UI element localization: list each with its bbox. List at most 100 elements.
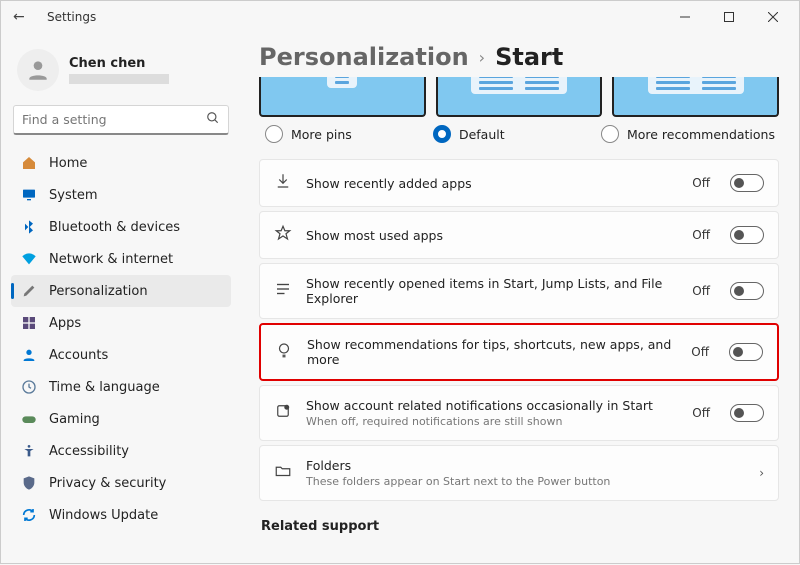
row-account-notifications[interactable]: Show account related notifications occas…	[259, 385, 779, 441]
preview-default[interactable]	[436, 77, 603, 117]
toggle-switch[interactable]	[730, 174, 764, 192]
nav-label: Windows Update	[49, 508, 158, 523]
close-button[interactable]	[751, 1, 795, 33]
breadcrumb-current: Start	[495, 43, 563, 71]
toggle-state: Off	[692, 406, 710, 420]
breadcrumb: Personalization › Start	[259, 33, 779, 77]
radio-icon	[265, 125, 283, 143]
toggle-switch[interactable]	[729, 343, 763, 361]
row-sublabel: When off, required notifications are sti…	[306, 415, 678, 428]
nav-label: Accessibility	[49, 444, 129, 459]
back-icon[interactable]: ←	[13, 9, 33, 25]
radio-label: More recommendations	[627, 127, 775, 142]
system-icon	[21, 187, 37, 203]
nav-system[interactable]: System	[11, 179, 231, 211]
toggle-switch[interactable]	[730, 282, 764, 300]
main-content: Personalization › Start More pins Defaul…	[241, 33, 799, 565]
row-recommendations[interactable]: Show recommendations for tips, shortcuts…	[259, 323, 779, 381]
radio-default[interactable]: Default	[433, 125, 601, 143]
nav-label: Time & language	[49, 380, 160, 395]
preview-more-pins[interactable]	[259, 77, 426, 117]
nav-label: Home	[49, 156, 87, 171]
nav-list: Home System Bluetooth & devices Network …	[11, 147, 231, 531]
nav-accessibility[interactable]: Accessibility	[11, 435, 231, 467]
star-icon	[274, 224, 292, 246]
window-title: Settings	[47, 10, 96, 24]
nav-label: System	[49, 188, 97, 203]
gaming-icon	[21, 411, 37, 427]
nav-label: Accounts	[49, 348, 108, 363]
folder-icon	[274, 462, 292, 484]
layout-radios: More pins Default More recommendations	[259, 125, 779, 143]
titlebar: ← Settings	[1, 1, 799, 33]
brush-icon	[21, 283, 37, 299]
sidebar: Chen chen Home System Bluetooth & device…	[1, 33, 241, 565]
user-block[interactable]: Chen chen	[11, 43, 231, 105]
accessibility-icon	[21, 443, 37, 459]
related-support-heading: Related support	[261, 519, 779, 534]
nav-home[interactable]: Home	[11, 147, 231, 179]
row-most-used[interactable]: Show most used apps Off	[259, 211, 779, 259]
row-label: Show most used apps	[306, 228, 678, 243]
download-icon	[274, 172, 292, 194]
breadcrumb-parent[interactable]: Personalization	[259, 43, 469, 71]
user-name: Chen chen	[69, 56, 169, 72]
nav-label: Apps	[49, 316, 81, 331]
notification-icon	[274, 402, 292, 424]
row-label: Show recommendations for tips, shortcuts…	[307, 337, 677, 367]
search-box[interactable]	[13, 105, 229, 135]
update-icon	[21, 507, 37, 523]
nav-network[interactable]: Network & internet	[11, 243, 231, 275]
maximize-button[interactable]	[707, 1, 751, 33]
clock-icon	[21, 379, 37, 395]
radio-more-recommendations[interactable]: More recommendations	[601, 125, 779, 143]
radio-label: Default	[459, 127, 505, 142]
list-icon	[274, 280, 292, 302]
row-label: Show recently opened items in Start, Jum…	[306, 276, 678, 306]
shield-icon	[21, 475, 37, 491]
chevron-right-icon: ›	[479, 48, 485, 67]
nav-bluetooth[interactable]: Bluetooth & devices	[11, 211, 231, 243]
nav-apps[interactable]: Apps	[11, 307, 231, 339]
radio-icon	[433, 125, 451, 143]
row-sublabel: These folders appear on Start next to th…	[306, 475, 741, 488]
nav-update[interactable]: Windows Update	[11, 499, 231, 531]
search-input[interactable]	[22, 112, 206, 127]
radio-icon	[601, 125, 619, 143]
nav-label: Gaming	[49, 412, 100, 427]
row-recent-items[interactable]: Show recently opened items in Start, Jum…	[259, 263, 779, 319]
preview-more-recommendations[interactable]	[612, 77, 779, 117]
row-label: Folders These folders appear on Start ne…	[306, 458, 741, 488]
search-icon	[206, 110, 220, 129]
radio-more-pins[interactable]: More pins	[259, 125, 433, 143]
accounts-icon	[21, 347, 37, 363]
nav-time[interactable]: Time & language	[11, 371, 231, 403]
nav-label: Privacy & security	[49, 476, 166, 491]
nav-label: Bluetooth & devices	[49, 220, 180, 235]
apps-icon	[21, 315, 37, 331]
nav-gaming[interactable]: Gaming	[11, 403, 231, 435]
toggle-switch[interactable]	[730, 404, 764, 422]
nav-accounts[interactable]: Accounts	[11, 339, 231, 371]
row-folders[interactable]: Folders These folders appear on Start ne…	[259, 445, 779, 501]
minimize-button[interactable]	[663, 1, 707, 33]
chevron-right-icon: ›	[759, 466, 764, 480]
nav-label: Network & internet	[49, 252, 173, 267]
toggle-state: Off	[692, 284, 710, 298]
nav-personalization[interactable]: Personalization	[11, 275, 231, 307]
layout-previews	[259, 77, 779, 117]
row-label: Show account related notifications occas…	[306, 398, 678, 428]
user-email-redacted	[69, 74, 169, 84]
toggle-state: Off	[692, 228, 710, 242]
bluetooth-icon	[21, 219, 37, 235]
toggle-switch[interactable]	[730, 226, 764, 244]
toggle-state: Off	[691, 345, 709, 359]
row-recent-apps[interactable]: Show recently added apps Off	[259, 159, 779, 207]
bulb-icon	[275, 341, 293, 363]
wifi-icon	[21, 251, 37, 267]
home-icon	[21, 155, 37, 171]
nav-privacy[interactable]: Privacy & security	[11, 467, 231, 499]
row-label: Show recently added apps	[306, 176, 678, 191]
toggle-state: Off	[692, 176, 710, 190]
avatar	[17, 49, 59, 91]
